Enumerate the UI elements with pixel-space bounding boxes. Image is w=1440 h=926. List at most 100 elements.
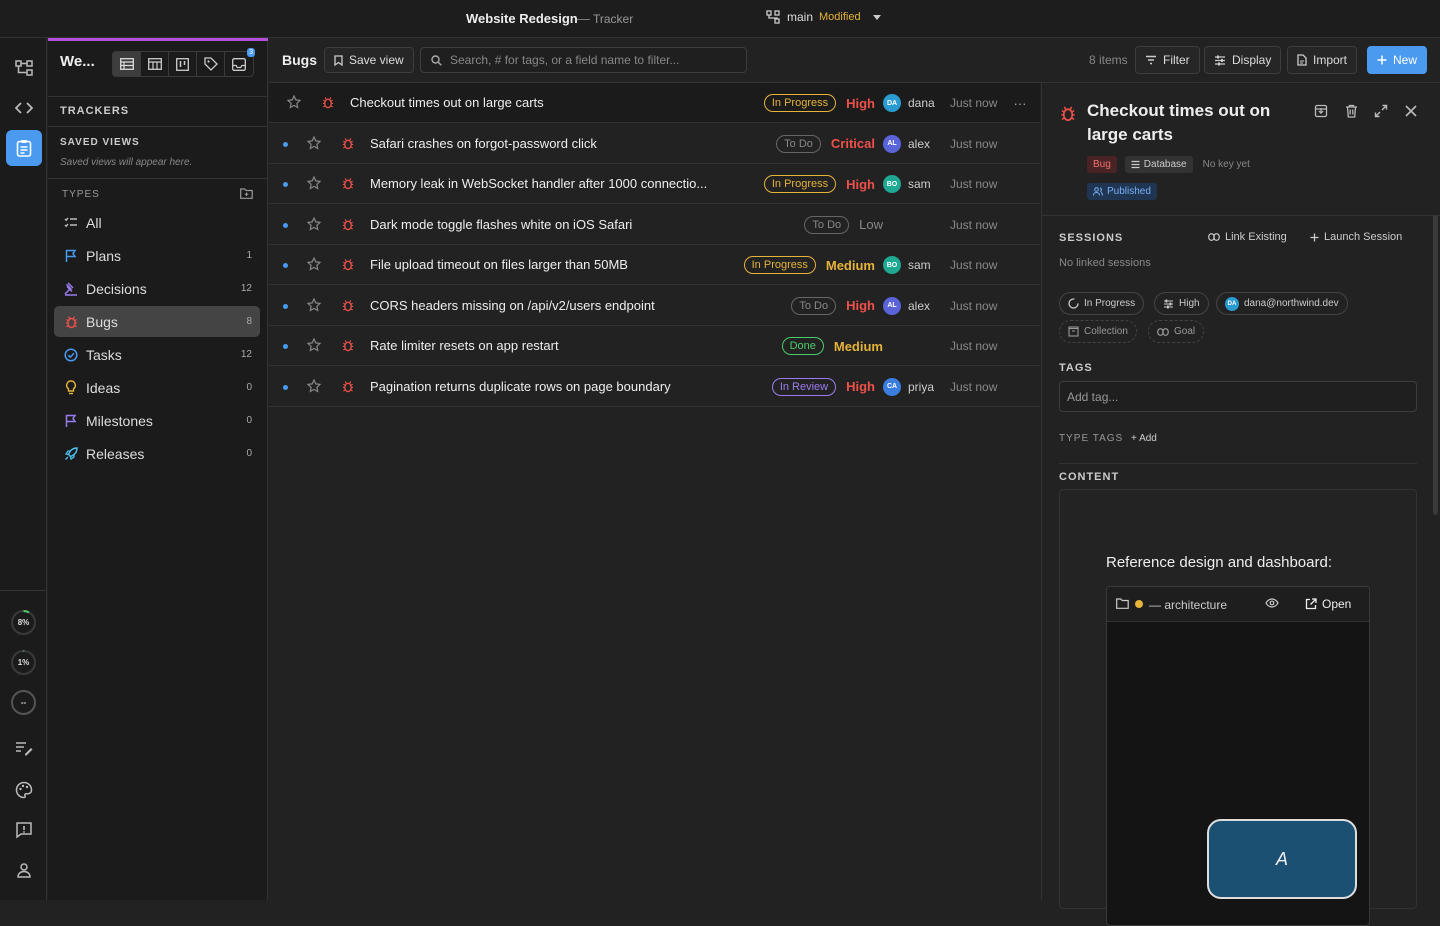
status-badge[interactable]: To Do bbox=[791, 296, 837, 315]
new-folder-icon[interactable] bbox=[240, 188, 253, 199]
priority-label[interactable]: High bbox=[846, 379, 875, 394]
status-badge[interactable]: In Review bbox=[771, 377, 837, 396]
project-subtitle: Tracker bbox=[593, 12, 634, 26]
goal-chip[interactable]: Goal bbox=[1148, 320, 1205, 343]
columns-view-icon[interactable] bbox=[141, 52, 169, 76]
sidebar-item-all[interactable]: All bbox=[54, 207, 260, 238]
priority-label[interactable]: High bbox=[846, 177, 875, 192]
tag-input[interactable] bbox=[1067, 389, 1407, 404]
table-row[interactable]: Rate limiter resets on app restart Done Me… bbox=[269, 326, 1040, 366]
star-icon[interactable] bbox=[307, 338, 321, 352]
bug-icon bbox=[342, 299, 354, 312]
row-meta: To Do Critical AL alex Just now bbox=[776, 124, 1040, 164]
file-icon bbox=[1297, 54, 1307, 66]
code-icon[interactable] bbox=[11, 95, 36, 120]
types-heading: TYPES bbox=[62, 189, 100, 200]
table-row[interactable]: Dark mode toggle flashes white on iOS Sa… bbox=[269, 205, 1040, 245]
tag-view-icon[interactable] bbox=[197, 52, 225, 76]
priority-label[interactable]: Medium bbox=[834, 339, 883, 354]
embedded-diagram[interactable]: — architecture Open A bbox=[1106, 586, 1370, 926]
star-icon[interactable] bbox=[307, 216, 321, 231]
clipboard-icon[interactable] bbox=[6, 130, 42, 166]
status-badge[interactable]: Done bbox=[781, 337, 824, 355]
detail-scrollbar[interactable] bbox=[1433, 215, 1438, 515]
board-view-icon[interactable] bbox=[169, 52, 197, 76]
sidebar-item-milestones[interactable]: Milestones 0 bbox=[54, 405, 260, 436]
status-badge[interactable]: In Progress bbox=[763, 94, 837, 112]
content-editor[interactable]: Reference design and dashboard: — archit… bbox=[1059, 489, 1417, 926]
priority-label[interactable]: High bbox=[846, 298, 875, 313]
priority-chip[interactable]: High bbox=[1154, 292, 1209, 315]
new-button[interactable]: New bbox=[1367, 46, 1428, 74]
link-existing-button[interactable]: Link Existing bbox=[1208, 231, 1287, 243]
sidebar-item-label: Plans bbox=[86, 247, 122, 264]
launch-session-button[interactable]: Launch Session bbox=[1310, 231, 1402, 243]
table-row[interactable]: File upload timeout on files larger than… bbox=[269, 245, 1040, 285]
sidebar-item-label: Tasks bbox=[86, 346, 122, 363]
unread-dot bbox=[283, 384, 288, 390]
star-icon[interactable] bbox=[307, 257, 321, 271]
sidebar-item-ideas[interactable]: Ideas 0 bbox=[54, 372, 260, 403]
close-icon[interactable] bbox=[1402, 102, 1420, 120]
search-input[interactable] bbox=[450, 53, 740, 67]
status-chip[interactable]: In Progress bbox=[1059, 292, 1145, 315]
table-row[interactable]: Memory leak in WebSocket handler after 1… bbox=[269, 164, 1040, 204]
sidebar-item-releases[interactable]: Releases 0 bbox=[54, 438, 260, 469]
table-view-icon[interactable] bbox=[113, 52, 141, 76]
published-chip[interactable]: Published bbox=[1087, 183, 1157, 200]
collection-chip[interactable]: Collection bbox=[1059, 320, 1137, 343]
branch-selector[interactable]: main Modified bbox=[766, 10, 881, 24]
star-icon[interactable] bbox=[307, 176, 321, 190]
priority-label[interactable]: Critical bbox=[831, 136, 875, 151]
inbox-view-icon[interactable]: 3 bbox=[225, 48, 255, 76]
table-row[interactable]: CORS headers missing on /api/v2/users en… bbox=[269, 286, 1040, 326]
trash-icon[interactable] bbox=[1342, 102, 1360, 120]
key-text: No key yet bbox=[1202, 159, 1250, 170]
star-icon[interactable] bbox=[287, 95, 301, 109]
database-chip[interactable]: Database bbox=[1124, 156, 1193, 173]
usage-ring-3[interactable]: -- bbox=[10, 689, 37, 716]
star-icon[interactable] bbox=[307, 135, 321, 150]
palette-icon[interactable] bbox=[11, 777, 36, 802]
edit-list-icon[interactable] bbox=[11, 735, 36, 760]
add-type-tag-button[interactable]: + Add bbox=[1131, 433, 1157, 444]
type-chip[interactable]: Bug bbox=[1087, 156, 1117, 173]
table-row[interactable]: Pagination returns duplicate rows on pag… bbox=[269, 367, 1040, 407]
usage-ring-2[interactable]: 1% bbox=[10, 649, 37, 676]
eye-icon[interactable] bbox=[1265, 598, 1279, 608]
sidebar-item-tasks[interactable]: Tasks 12 bbox=[54, 339, 260, 370]
save-view-button[interactable]: Save view bbox=[324, 47, 414, 73]
status-badge[interactable]: To Do bbox=[776, 134, 821, 153]
sidebar-item-decisions[interactable]: Decisions 12 bbox=[54, 273, 260, 304]
detail-title[interactable]: Checkout times out on large carts bbox=[1087, 99, 1307, 147]
status-badge[interactable]: In Progress bbox=[743, 256, 816, 274]
archive-icon[interactable] bbox=[1312, 102, 1330, 120]
filter-label: Filter bbox=[1163, 53, 1190, 67]
assignee-chip[interactable]: DA dana@northwind.dev bbox=[1216, 292, 1348, 315]
expand-icon[interactable] bbox=[1372, 102, 1390, 120]
usage-ring-1[interactable]: 8% bbox=[10, 609, 37, 636]
more-icon[interactable]: ··· bbox=[1010, 96, 1030, 111]
feedback-icon[interactable] bbox=[11, 817, 36, 842]
priority-label[interactable]: Medium bbox=[826, 258, 875, 273]
diagram-node[interactable]: A bbox=[1207, 819, 1357, 899]
workspace-name[interactable]: We... bbox=[60, 53, 95, 70]
status-badge[interactable]: In Progress bbox=[763, 175, 837, 193]
filter-button[interactable]: Filter bbox=[1135, 46, 1200, 74]
import-button[interactable]: Import bbox=[1287, 46, 1358, 74]
view-switcher: 3 bbox=[112, 48, 255, 77]
repo-icon[interactable] bbox=[11, 55, 36, 80]
list-title: Bugs bbox=[282, 52, 317, 68]
table-row[interactable]: Safari crashes on forgot-password click T… bbox=[269, 124, 1040, 164]
priority-label[interactable]: High bbox=[846, 96, 875, 111]
sidebar-item-plans[interactable]: Plans 1 bbox=[54, 240, 260, 271]
display-button[interactable]: Display bbox=[1204, 46, 1282, 74]
priority-label[interactable]: Low bbox=[859, 217, 883, 232]
sidebar-item-bugs[interactable]: Bugs 8 bbox=[54, 306, 260, 337]
star-icon[interactable] bbox=[307, 297, 321, 312]
status-badge[interactable]: To Do bbox=[804, 215, 850, 234]
open-embed-button[interactable]: Open bbox=[1305, 597, 1351, 611]
user-icon[interactable] bbox=[11, 857, 36, 882]
table-row[interactable]: Checkout times out on large carts In Prog… bbox=[269, 83, 1040, 123]
star-icon[interactable] bbox=[307, 378, 321, 393]
